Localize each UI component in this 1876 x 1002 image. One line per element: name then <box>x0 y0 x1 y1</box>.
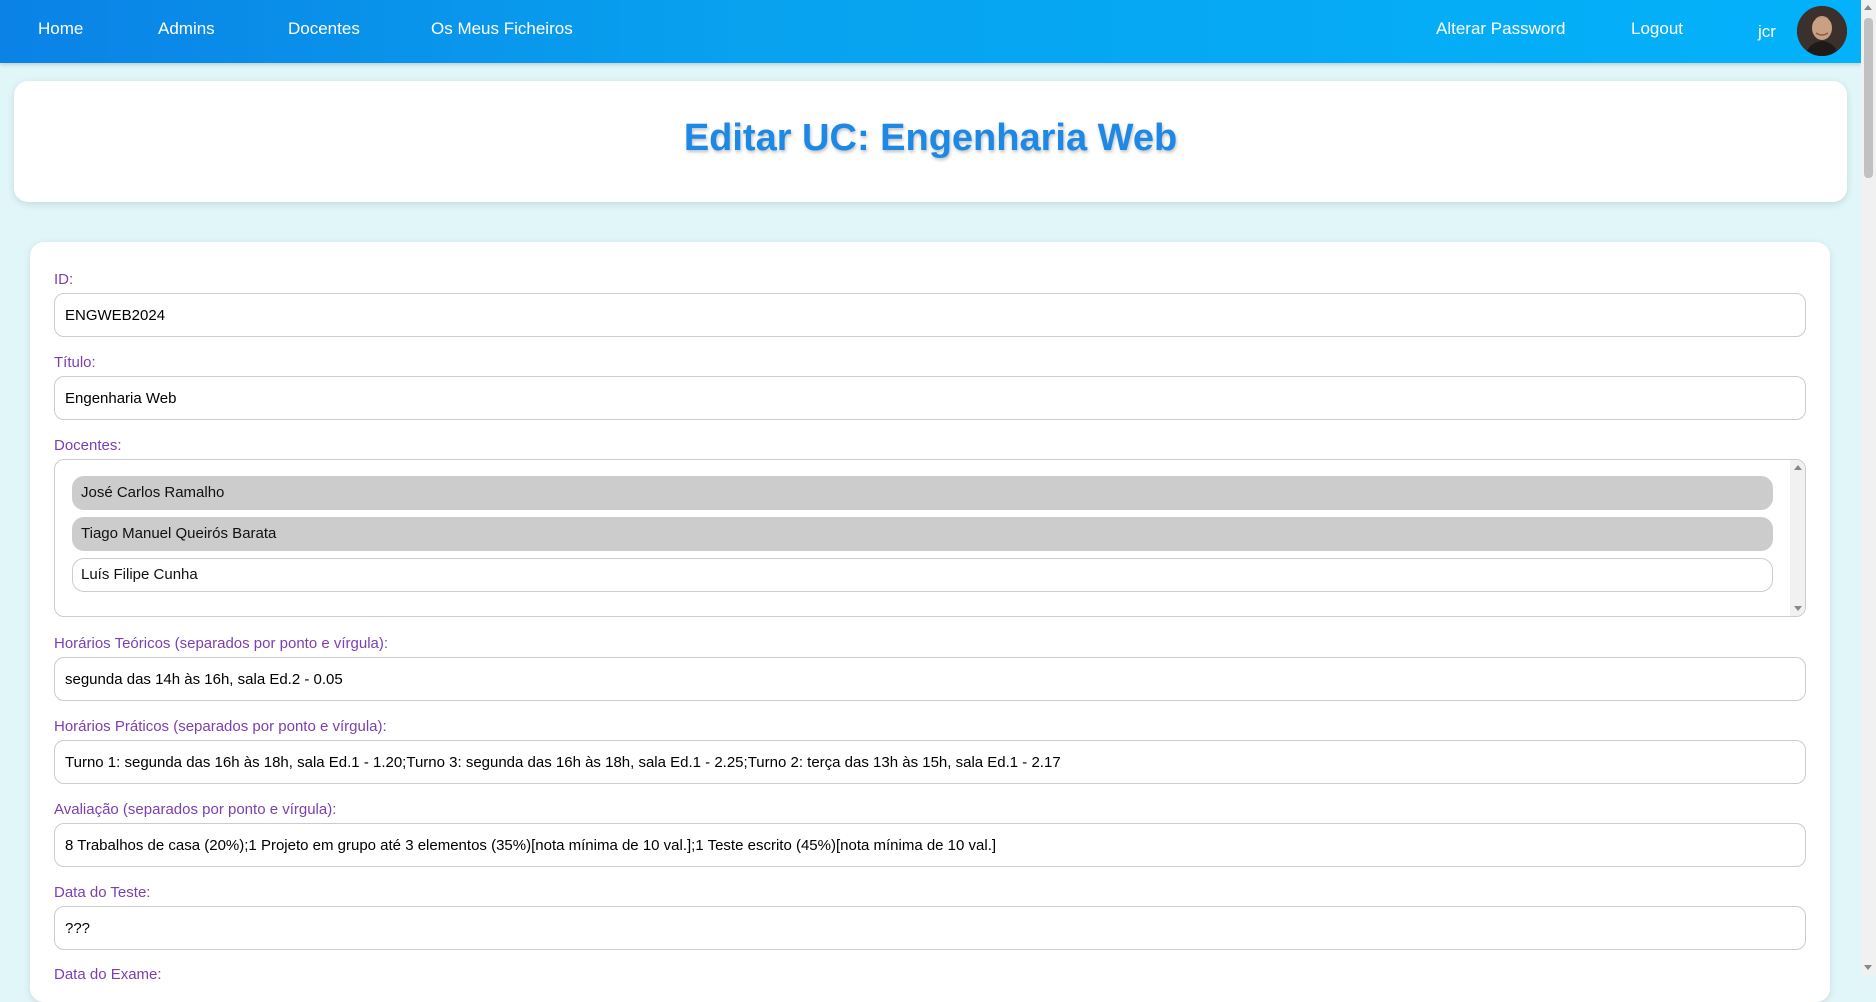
docentes-multiselect[interactable]: José Carlos Ramalho Tiago Manuel Queirós… <box>54 459 1806 617</box>
page-scroll-up-arrow-icon[interactable] <box>1864 5 1872 10</box>
avaliacao-input[interactable] <box>54 823 1806 867</box>
scroll-down-arrow-icon[interactable] <box>1794 606 1802 611</box>
titulo-label: Título: <box>54 354 96 371</box>
nav-meus-ficheiros-link[interactable]: Os Meus Ficheiros <box>431 19 573 39</box>
docente-option-jose-carlos-ramalho[interactable]: José Carlos Ramalho <box>72 476 1773 510</box>
horarios-praticos-label: Horários Práticos (separados por ponto e… <box>54 718 387 735</box>
id-label: ID: <box>54 271 74 288</box>
docentes-label: Docentes: <box>54 437 122 454</box>
horarios-teoricos-label: Horários Teóricos (separados por ponto e… <box>54 635 389 652</box>
data-teste-input[interactable] <box>54 906 1806 950</box>
title-card: Editar UC: Engenharia Web <box>14 81 1847 202</box>
page-scroll-down-arrow-icon[interactable] <box>1864 965 1872 970</box>
horarios-teoricos-input[interactable] <box>54 657 1806 701</box>
horarios-praticos-input[interactable] <box>54 740 1806 784</box>
nav-admins-link[interactable]: Admins <box>158 19 215 39</box>
nav-home-link[interactable]: Home <box>38 19 83 39</box>
avaliacao-label: Avaliação (separados por ponto e vírgula… <box>54 801 337 818</box>
titulo-input[interactable] <box>54 376 1806 420</box>
nav-alterar-password-link[interactable]: Alterar Password <box>1436 19 1565 39</box>
data-teste-label: Data do Teste: <box>54 884 151 901</box>
nav-logout-link[interactable]: Logout <box>1631 19 1683 39</box>
username-label: jcr <box>1758 22 1776 41</box>
user-avatar[interactable] <box>1797 6 1847 56</box>
nav-docentes-link[interactable]: Docentes <box>288 19 360 39</box>
page-scroll-thumb[interactable] <box>1864 18 1873 178</box>
top-navbar: Home Admins Docentes Os Meus Ficheiros A… <box>0 0 1861 63</box>
page-scrollbar[interactable] <box>1861 0 1876 975</box>
scroll-up-arrow-icon[interactable] <box>1794 465 1802 470</box>
docente-option-tiago-barata[interactable]: Tiago Manuel Queirós Barata <box>72 517 1773 551</box>
docentes-scrollbar[interactable] <box>1790 460 1805 616</box>
id-input[interactable] <box>54 293 1806 337</box>
page-title: Editar UC: Engenharia Web <box>683 117 1178 159</box>
docente-option-luis-cunha[interactable]: Luís Filipe Cunha <box>72 558 1773 592</box>
avatar-portrait-icon <box>1797 6 1847 56</box>
edit-uc-form: ID: Título: Docentes: José Carlos Ramalh… <box>30 242 1830 1002</box>
